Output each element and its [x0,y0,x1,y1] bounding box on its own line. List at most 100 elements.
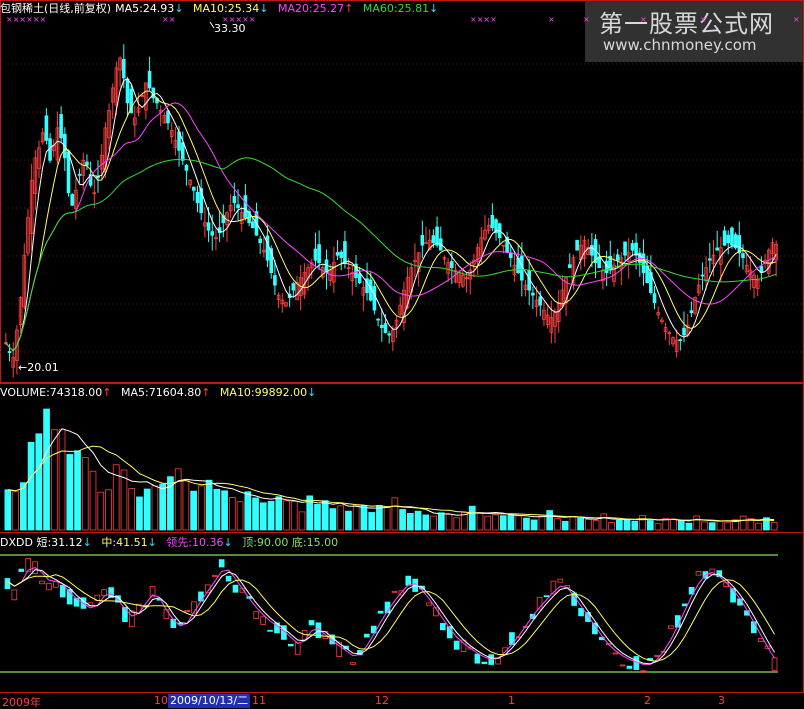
kline-chart: ×××××× ×× ××××× ×××× × × × × × 33.30 ←20.01 [0,0,804,693]
candle-down [575,239,579,251]
volume-bar-down [314,504,321,531]
volume-bar-down [213,488,221,531]
dxdd-bar-up [101,589,108,596]
candle-down [450,261,454,269]
candle-down [741,253,745,259]
volume-bar-up [670,518,677,531]
volume-bar-up [639,515,646,531]
chart-stage: { "header": { "stock_title": "包钢稀土(日线,前复… [0,0,804,709]
volume-ma5-line [7,428,775,523]
candle-down [567,264,572,269]
dxdd-bar-up [39,580,45,585]
candle-down [708,258,712,261]
ma5-down-arrow: ↓ [174,2,184,15]
candle-down [634,242,638,256]
candle-down [615,254,620,261]
dxdd-legend: DXDD 短:31.12↓ 中:41.51↓ 领先:10.36↓ 顶:90.00… [0,536,338,549]
volume-bar-up [554,518,561,531]
dxdd-bar-up [11,589,18,601]
volume-bar-up [701,521,708,531]
dxdd-bar-down [225,575,232,582]
volume-bar-down [205,479,213,531]
dxdd-bar-up [260,616,266,625]
volume-bar-up [182,480,190,531]
dxdd-bar-up [350,662,356,665]
x-label-mar: 3 [718,694,725,707]
volume-bar-up [97,491,105,531]
dxdd-mid: 中:41.51 [101,536,148,549]
candle-down [7,351,12,353]
candle-up [424,242,428,245]
candle-down [59,114,63,139]
volume-bar-up [151,485,159,531]
volume-bar-down [530,519,538,531]
volume-bar-down [708,522,716,531]
volume-bar-up [569,515,577,531]
volume-value: VOLUME:74318.00 [0,386,103,399]
volume-bar-down [561,520,569,531]
volume-bar-down [399,509,406,531]
volume-bar-up [724,521,732,531]
dxdd-bar-down [287,643,294,647]
price-ma-lines [5,78,777,352]
dxdd-bar-up [129,610,135,628]
volume-bar-up [484,515,492,531]
dxdd-bar-down [18,568,25,572]
dxdd-bar-down [218,559,225,568]
dxdd-bar-down [232,584,239,593]
dxdd-bar-down [750,621,757,634]
volume-bar-up [81,457,89,531]
candle-down [420,234,425,246]
dxdd-bar-up [495,658,501,665]
volume-bar-up [445,514,453,531]
volume-bar-down [221,490,228,531]
candle-down [383,323,388,333]
candle-down [317,244,321,264]
dxdd-bar-down [440,623,446,631]
volume-bar-up [492,514,499,531]
candle-down [258,238,262,244]
volume-bar-down [267,500,275,531]
volume-bar-down [244,491,252,531]
dxdd-top: 顶:90.00 [242,536,289,549]
volume-bar-down [159,483,167,531]
volume-bar-up [515,515,523,531]
signal-x-mark: × [700,15,707,24]
volume-bar-up [283,500,290,531]
candle-down [630,243,635,251]
volume-bar-down [499,515,507,531]
volume-bar-up [608,522,615,531]
volume-bar-down [615,519,623,531]
candle-down [265,235,270,261]
volume-bar-down [4,489,12,531]
candle-down [531,292,535,296]
candle-down [652,293,657,304]
volume-bar-up [50,429,58,531]
volume-bar-up [716,520,724,531]
volume-bar-down [422,514,430,531]
candle-down [387,333,391,336]
volume-bar-down [577,517,584,531]
dxdd-bar-up [619,664,626,667]
candle-down [435,226,439,246]
dxdd-bar-down [626,665,633,669]
candle-down [192,186,196,191]
dxdd-lead-arrow: ↓ [223,536,233,549]
candle-down [538,296,543,306]
volume-bar-up [236,501,244,531]
candle-down [597,256,602,269]
volume-ma5-up-arrow: ↑ [201,386,211,399]
volume-bar-down [259,502,267,531]
signal-x-mark: × [583,15,590,24]
dxdd-lead: 领先:10.36 [166,536,224,549]
candle-down [715,247,719,251]
dxdd-bars [4,557,778,673]
dxdd-bar-down [198,591,204,602]
dxdd-bar-up [654,655,660,657]
x-label-feb: 2 [644,694,651,707]
dxdd-bar-down [59,584,66,598]
candle-down [590,245,594,256]
volume-bar-up [105,489,112,531]
dxdd-bar-down [363,633,370,638]
volume-bar-down [623,518,631,531]
